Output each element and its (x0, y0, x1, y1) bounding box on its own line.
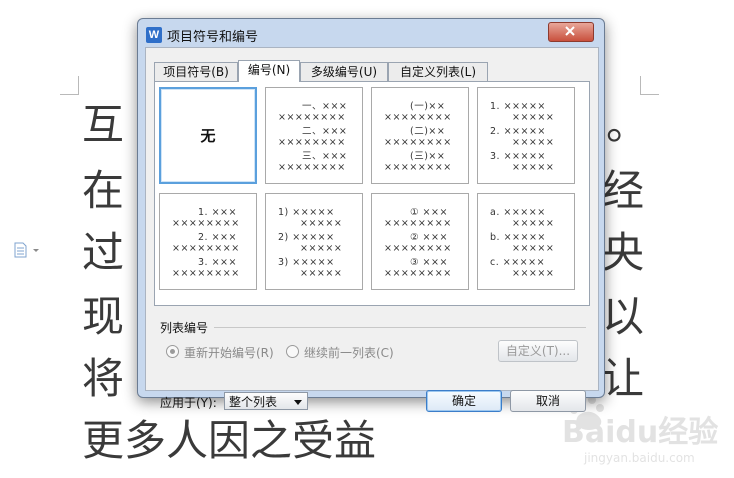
doc-text-line: 过 (82, 228, 125, 277)
doc-text-fragment: 经 (602, 166, 645, 215)
style-decimal-dot-tile[interactable]: 1. ××××× ××××× 2. ××××× ××××× 3. ××××× ×… (477, 87, 575, 184)
dialog-title: 项目符号和编号 (167, 30, 259, 45)
continue-list-label: 继续前一列表(C) (304, 346, 394, 360)
close-button[interactable] (548, 22, 594, 42)
numbering-style-gallery: 无 一、××× ×××××××× 二、××× ×××××××× 三、××× ××… (154, 81, 590, 306)
style-preview-line: a. ××××× (490, 207, 546, 218)
style-preview-line: ××××× (512, 218, 555, 229)
restart-numbering-label: 重新开始编号(R) (184, 346, 274, 360)
style-preview-line: ×××××××× (278, 137, 346, 148)
style-preview-line: ××××× (512, 137, 555, 148)
style-preview-line: 三、××× (302, 151, 348, 162)
continue-list-radio[interactable]: 继续前一列表(C) (286, 344, 394, 361)
chevron-down-icon (294, 400, 302, 405)
style-chinese-comma-tile[interactable]: 一、××× ×××××××× 二、××× ×××××××× 三、××× ××××… (265, 87, 363, 184)
style-preview-line: ×××××××× (278, 112, 346, 123)
doc-text-fragment: 让 (602, 354, 645, 403)
cancel-button[interactable]: 取消 (510, 390, 586, 412)
page-corner-mark (60, 76, 79, 95)
page-corner-mark (640, 76, 659, 95)
style-preview-line: c. ××××× (490, 257, 546, 268)
apply-to-label: 应用于(Y): (160, 396, 217, 410)
radio-indicator (286, 345, 299, 358)
style-preview-line: ××××× (512, 112, 555, 123)
style-preview-line: ② ××× (410, 232, 448, 243)
svg-text:jingyan.baidu.com: jingyan.baidu.com (583, 451, 695, 465)
style-preview-line: ××××× (512, 268, 555, 279)
tab-custom-list[interactable]: 自定义列表(L) (388, 62, 488, 81)
doc-text-fragment: 央 (602, 228, 645, 277)
style-lower-alpha-tile[interactable]: a. ××××× ××××× b. ××××× ××××× c. ××××× ×… (477, 193, 575, 290)
style-none-label: 无 (200, 127, 216, 145)
style-preview-line: 1. ××××× (490, 101, 546, 112)
style-preview-line: ×××××××× (172, 218, 240, 229)
style-preview-line: ×××××××× (172, 243, 240, 254)
style-decimal-hanging-tile[interactable]: 1. ××× ×××××××× 2. ××× ×××××××× 3. ××× ×… (159, 193, 257, 290)
baidu-watermark-logo: Baidu经验 jingyan.baidu.com (562, 396, 718, 465)
style-preview-line: 3) ××××× (278, 257, 335, 268)
style-preview-line: ×××××××× (384, 162, 452, 173)
apply-to-value: 整个列表 (229, 395, 278, 409)
svg-text:Baidu经验: Baidu经验 (562, 415, 718, 450)
style-preview-line: ××××× (300, 218, 343, 229)
dialog-body: 项目符号(B) 编号(N) 多级编号(U) 自定义列表(L) 无 一、××× ×… (145, 47, 599, 412)
doc-text-line: 互 (82, 100, 125, 149)
apply-to-select[interactable]: 整个列表 (224, 392, 308, 410)
doc-text-line: 在 (82, 166, 125, 215)
style-preview-line: b. ××××× (490, 232, 546, 243)
style-preview-line: 2) ××××× (278, 232, 335, 243)
style-preview-line: ×××××××× (278, 162, 346, 173)
style-preview-line: ×××××××× (384, 268, 452, 279)
ok-button[interactable]: 确定 (426, 390, 502, 412)
style-preview-line: 2. ××× (198, 232, 237, 243)
style-preview-line: ×××××××× (384, 243, 452, 254)
tab-bullets[interactable]: 项目符号(B) (154, 62, 238, 81)
doc-text-line: 现 (82, 292, 125, 341)
list-numbering-section-label: 列表编号 (160, 321, 209, 335)
style-preview-line: ×××××××× (172, 268, 240, 279)
style-preview-line: ××××× (512, 243, 555, 254)
style-preview-line: 一、××× (302, 101, 348, 112)
style-none-tile[interactable]: 无 (159, 87, 257, 184)
section-divider (214, 327, 586, 328)
style-preview-line: 1) ××××× (278, 207, 335, 218)
style-preview-line: 1. ××× (198, 207, 237, 218)
bullets-numbering-dialog: W 项目符号和编号 项目符号(B) 编号(N) 多级编号(U) 自定义列表(L)… (137, 18, 605, 412)
style-preview-line: ×××××××× (384, 137, 452, 148)
style-preview-line: 2. ××××× (490, 126, 546, 137)
tab-multilevel[interactable]: 多级编号(U) (300, 62, 388, 81)
tab-numbering[interactable]: 编号(N) (238, 60, 300, 82)
style-circled-tile[interactable]: ① ××× ×××××××× ② ××× ×××××××× ③ ××× ××××… (371, 193, 469, 290)
style-preview-line: ×××××××× (384, 218, 452, 229)
style-preview-line: 3. ××× (198, 257, 237, 268)
doc-text-line: 将 (82, 354, 125, 403)
dialog-titlebar[interactable]: W 项目符号和编号 (138, 19, 604, 49)
style-preview-line: ××××× (300, 243, 343, 254)
doc-text-line: 更多人因之受益 (82, 416, 377, 465)
doc-text-fragment: 。 (606, 100, 649, 149)
style-preview-line: ① ××× (410, 207, 448, 218)
doc-text-fragment: 以 (602, 292, 645, 341)
document-icon[interactable] (14, 242, 39, 258)
style-preview-line: ××××× (300, 268, 343, 279)
style-preview-line: ③ ××× (410, 257, 448, 268)
style-preview-line: (一)×× (410, 101, 446, 112)
style-preview-line: 3. ××××× (490, 151, 546, 162)
wps-writer-icon: W (146, 27, 162, 43)
style-decimal-paren-tile[interactable]: 1) ××××× ××××× 2) ××××× ××××× 3) ××××× ×… (265, 193, 363, 290)
style-preview-line: (二)×× (410, 126, 446, 137)
style-preview-line: ××××× (512, 162, 555, 173)
radio-indicator (166, 345, 179, 358)
customize-button[interactable]: 自定义(T)... (498, 340, 578, 362)
style-chinese-paren-tile[interactable]: (一)×× ×××××××× (二)×× ×××××××× (三)×× ××××… (371, 87, 469, 184)
style-preview-line: (三)×× (410, 151, 446, 162)
close-icon (565, 26, 575, 36)
style-preview-line: 二、××× (302, 126, 348, 137)
restart-numbering-radio[interactable]: 重新开始编号(R) (166, 344, 274, 361)
style-preview-line: ×××××××× (384, 112, 452, 123)
